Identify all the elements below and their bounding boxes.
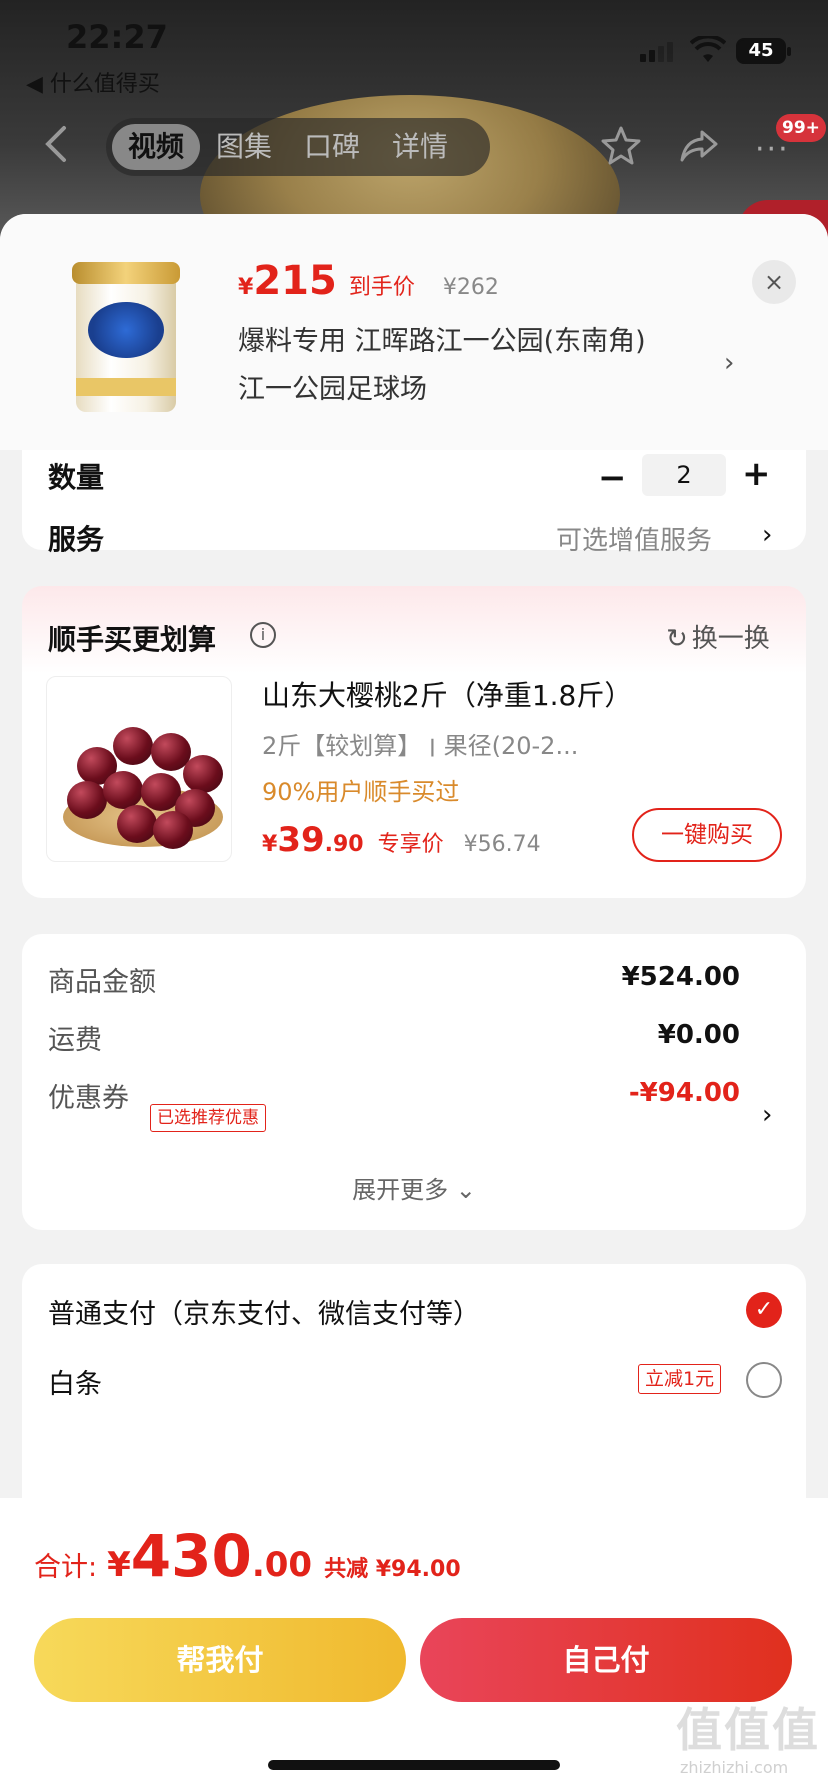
favorite-star-icon[interactable] [600, 124, 642, 166]
goods-amount-label: 商品金额 [48, 967, 156, 998]
delivery-address[interactable]: 爆料专用 江晖路江一公园(东南角) 江一公园足球场 [238, 318, 718, 414]
status-time: 22:27 [66, 18, 168, 56]
message-count-badge: 99+ [776, 114, 826, 142]
chevron-right-icon[interactable]: › [762, 520, 772, 550]
product-thumbnail [72, 262, 180, 412]
wifi-icon [690, 36, 726, 62]
quantity-increase-button[interactable]: + [742, 454, 771, 494]
order-total: 合计: ¥ 430 .00 共减 ¥94.00 [34, 1522, 461, 1590]
product-tabs: 视频 图集 口碑 详情 [106, 118, 490, 176]
shipping-label: 运费 [48, 1025, 102, 1056]
shipping-value: ¥0.00 [657, 1020, 740, 1050]
order-summary-card: 商品金额 ¥524.00 运费 ¥0.00 优惠券 已选推荐优惠 -¥94.00… [22, 934, 806, 1230]
share-icon[interactable] [678, 124, 720, 166]
info-icon[interactable]: i [250, 622, 276, 648]
final-price: 215 [253, 258, 337, 304]
tab-reviews[interactable]: 口碑 [288, 124, 376, 170]
quantity-input[interactable]: 2 [642, 454, 726, 496]
one-click-buy-button[interactable]: 一键购买 [632, 808, 782, 862]
baitiao-radio-button[interactable] [746, 1362, 782, 1398]
upsell-price-label: 专享价 [377, 832, 444, 857]
upsell-product-name[interactable]: 山东大樱桃2斤（净重1.8斤） [262, 674, 632, 714]
upsell-price-integer: 39 [277, 820, 325, 860]
baitiao-payment-option[interactable]: 白条 [48, 1362, 102, 1401]
tab-gallery[interactable]: 图集 [200, 124, 288, 170]
back-arrow-icon[interactable] [40, 124, 76, 164]
status-bar: 22:27 ◀ 什么值得买 45 [0, 0, 828, 100]
product-price: ¥ 215 到手价 ¥262 [238, 258, 499, 304]
address-line-1: 爆料专用 江晖路江一公园(东南角) [238, 326, 646, 357]
expand-more-button[interactable]: 展开更多 ⌄ [22, 1170, 806, 1205]
service-label: 服务 [48, 523, 105, 556]
upsell-card: 顺手买更划算 i ↻ 换一换 山东大樱桃2斤（净重1.8斤） 2斤【较划算】 ׀ … [22, 586, 806, 898]
tab-video[interactable]: 视频 [112, 124, 201, 170]
help-me-pay-button[interactable]: 帮我付 [34, 1618, 406, 1702]
swap-label: 换一换 [691, 624, 770, 654]
normal-payment-option[interactable]: 普通支付（京东支付、微信支付等） [48, 1292, 480, 1331]
coupon-label: 优惠券 [48, 1083, 129, 1114]
chevron-right-icon[interactable]: › [762, 1100, 772, 1130]
home-indicator[interactable] [268, 1760, 560, 1770]
price-symbol: ¥ [262, 832, 278, 857]
upsell-popularity-tag: 90%用户顺手买过 [262, 778, 460, 806]
back-to-app-link[interactable]: ◀ 什么值得买 [26, 66, 160, 98]
coupon-value[interactable]: -¥94.00 [629, 1078, 740, 1108]
original-price: ¥262 [442, 275, 499, 300]
upsell-product-spec[interactable]: 2斤【较划算】 ׀ 果径(20-2... [262, 726, 578, 761]
watermark-logo: 值值值 [676, 1703, 820, 1757]
quantity-label: 数量 [48, 461, 105, 494]
cherry-product-image[interactable] [46, 676, 232, 862]
battery-icon: 45 [736, 38, 791, 64]
upsell-price-decimal: .90 [324, 832, 364, 857]
coupon-recommended-tag: 已选推荐优惠 [150, 1104, 266, 1132]
goods-amount-value: ¥524.00 [621, 962, 740, 992]
total-integer: 430 [130, 1522, 252, 1590]
refresh-icon: ↻ [666, 624, 688, 654]
close-button[interactable]: × [752, 260, 796, 304]
total-symbol: ¥ [107, 1545, 131, 1585]
pay-myself-button[interactable]: 自己付 [420, 1618, 792, 1702]
tab-details[interactable]: 详情 [376, 124, 464, 170]
chevron-right-icon[interactable]: › [724, 348, 734, 378]
product-nav-bar: 视频 图集 口碑 详情 ··· 99+ [0, 110, 828, 180]
upsell-original-price: ¥56.74 [463, 832, 541, 857]
price-symbol: ¥ [238, 275, 254, 300]
upsell-title: 顺手买更划算 [48, 623, 217, 656]
address-line-2: 江一公园足球场 [238, 374, 427, 405]
baitiao-discount-tag: 立减1元 [638, 1364, 722, 1394]
final-price-label: 到手价 [348, 275, 415, 300]
product-summary-header: ¥ 215 到手价 ¥262 爆料专用 江晖路江一公园(东南角) 江一公园足球场… [0, 214, 828, 450]
checkout-bar: 合计: ¥ 430 .00 共减 ¥94.00 帮我付 自己付 值值值 zhiz… [0, 1498, 828, 1792]
total-saved: 共减 ¥94.00 [324, 1557, 461, 1582]
quantity-decrease-button[interactable]: − [598, 458, 627, 498]
watermark-url: zhizhizhi.com [680, 1758, 789, 1777]
swap-button[interactable]: ↻ 换一换 [666, 618, 770, 655]
upsell-price: ¥ 39 .90 专享价 ¥56.74 [262, 820, 541, 860]
signal-icon [640, 42, 676, 62]
checkmark-icon[interactable]: ✓ [746, 1292, 782, 1328]
total-label: 合计: [34, 1552, 98, 1583]
total-decimal: .00 [251, 1545, 313, 1585]
service-option[interactable]: 可选增值服务 [556, 520, 712, 557]
